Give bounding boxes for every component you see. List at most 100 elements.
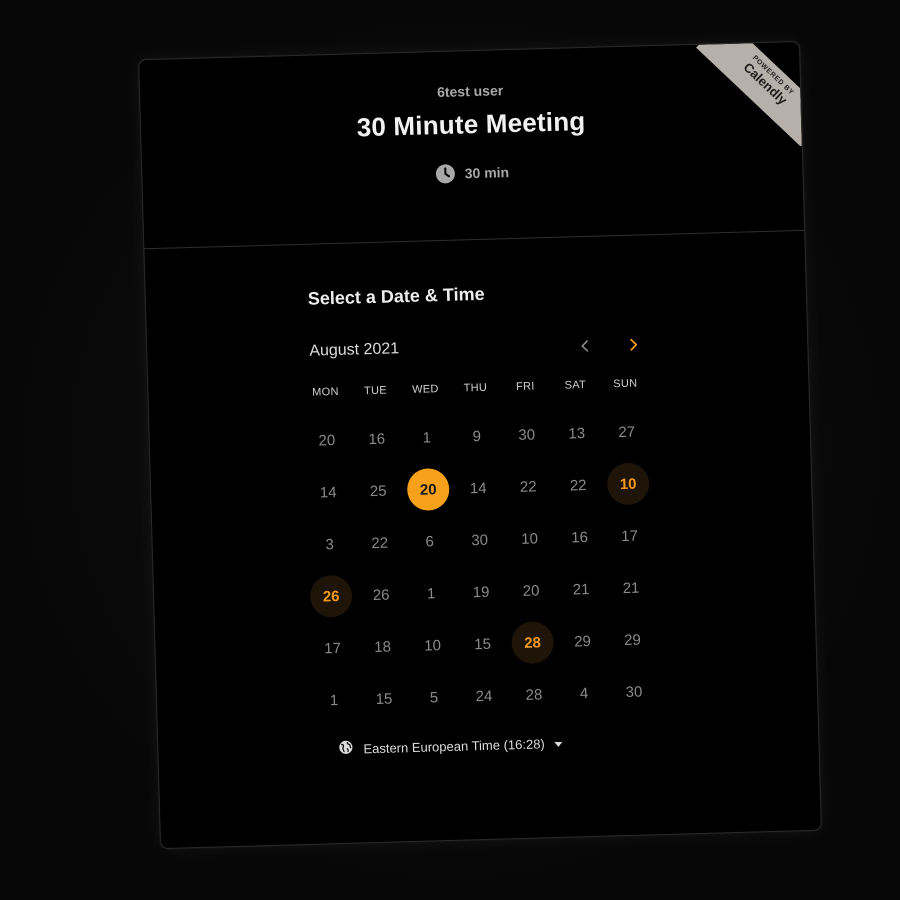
calendar-day: 16 [368,430,386,448]
calendar-day: 29 [573,632,592,650]
clock-icon [435,164,456,185]
calendar-day-cell: 29 [607,613,658,666]
calendar-day: 10 [521,529,539,548]
calendar-day: 15 [473,635,492,653]
calendar-day-cell: 30 [501,408,552,461]
calendar-day: 21 [572,580,590,598]
calendar-day: 1 [426,584,436,603]
calendar-day-cell: 15 [457,617,508,670]
calendar-day-cell: 22 [354,516,405,569]
globe-icon [338,740,353,758]
calendar-day-cell: 26 [355,568,406,621]
calendar-day-cell: 20 [301,414,352,467]
calendar-day-cell: 10 [602,457,653,510]
page-background: 6test user 30 Minute Meeting 30 min POWE… [0,0,900,900]
calendar-day-cell: 25 [353,464,404,517]
weekday-label: MON [312,385,339,399]
caret-down-icon [554,735,563,750]
calendar-day-cell: 24 [458,669,509,722]
calendar-day: 19 [472,583,490,601]
calendar-day-available[interactable]: 26 [309,574,353,618]
calendar-day: 28 [525,685,543,704]
powered-by-badge[interactable]: POWERED BY Calendly [695,41,802,149]
calendar-day: 14 [319,483,337,501]
weekday-label: THU [463,381,488,395]
duration-label: 30 min [464,164,510,182]
timezone-selector[interactable]: Eastern European Time (16:28) [338,734,563,758]
calendar-day: 3 [325,535,335,553]
calendar-day: 22 [519,477,537,496]
calendar-day-cell: 27 [601,405,652,458]
calendar-day: 30 [518,425,536,444]
calendar-day-cell: 17 [604,509,655,562]
calendar-section: Select a Date & Time August 2021 MON TUE… [144,231,820,848]
calendar-day: 20 [522,581,540,600]
weekday-header-row: MON TUE WED THU FRI SAT SUN [300,377,650,409]
calendar-day-available[interactable]: 10 [606,462,650,506]
calendar-day-cell: 21 [605,561,656,614]
calendar-days: 20 16 1 9 30 13 27 14 25 20 14 22 22 10 3 22 6 30 10 16 17 26… [301,405,660,727]
calendar-day-cell: 29 [557,615,608,668]
timezone-label: Eastern European Time (16:28) [363,735,545,756]
calendar-day: 5 [429,688,439,706]
calendar-day-cell: 28 [508,668,559,721]
scheduling-card: 6test user 30 Minute Meeting 30 min POWE… [138,40,822,850]
calendar-day-cell: 5 [408,671,459,724]
calendar-grid: MON TUE WED THU FRI SAT SUN 20 16 1 9 30 13 27… [300,377,659,727]
calendar-day-available[interactable]: 28 [510,621,555,665]
calendar-day: 25 [369,482,387,500]
calendar-day: 16 [571,528,589,546]
calendar-day: 15 [375,690,393,708]
weekday-label: WED [411,383,439,396]
calendar-day-cell: 4 [558,667,609,720]
calendar-day: 1 [422,428,432,447]
weekday-label: FRI [515,380,535,393]
calendar-day-cell: 17 [307,622,358,675]
powered-by-ribbon[interactable]: POWERED BY Calendly [696,41,802,149]
calendar-day: 13 [568,424,586,443]
calendar-day-cell: 10 [504,512,555,565]
calendar-day: 17 [621,527,639,545]
calendar-day-cell: 18 [357,620,408,673]
calendar-day: 21 [622,579,640,597]
calendar-day: 20 [318,431,336,450]
calendar-day-cell: 3 [304,518,355,571]
calendar-day: 29 [623,631,642,649]
weekday-label: SAT [564,379,587,392]
calendar-day-cell: 20 [505,564,556,617]
calendar-day: 30 [625,683,643,701]
calendar-day-cell: 16 [554,511,605,564]
calendar-day: 9 [472,427,482,445]
calendar-day: 14 [469,479,487,497]
calendar-day: 1 [329,691,339,709]
calendar-day: 27 [618,423,636,441]
calendar-day-cell: 21 [555,563,606,616]
calendar-day-cell: 1 [401,411,452,464]
calendar-day-cell: 28 [507,616,558,669]
calendar-day: 24 [475,687,493,705]
month-navigation: August 2021 [309,331,650,366]
next-month-button[interactable] [620,331,647,358]
calendar-day-cell: 19 [455,565,506,618]
event-duration: 30 min [142,154,802,192]
previous-month-button[interactable] [572,333,599,360]
calendar-day-cell: 22 [502,460,553,513]
month-label: August 2021 [309,340,400,360]
calendar-day-cell: 15 [358,672,409,725]
calendar-day-cell: 30 [454,513,505,566]
chevron-left-icon [581,340,589,352]
calendar-day: 18 [374,638,392,656]
calendar-day-cell: 6 [404,515,455,568]
weekday-label: SUN [613,377,638,391]
calendar-day: 10 [423,636,442,655]
calendar-day: 26 [372,586,390,604]
calendar-day-cell: 16 [351,412,402,465]
calendar-day-cell: 13 [551,407,602,460]
calendar-day-selected[interactable]: 20 [406,467,450,512]
calendar-day: 6 [425,532,435,551]
calendar-day: 22 [569,476,587,495]
calendar-day-cell: 30 [608,665,659,718]
calendar-day-cell: 10 [407,619,458,672]
calendar-day-cell: 1 [308,673,359,726]
section-title: Select a Date & Time [307,283,485,309]
